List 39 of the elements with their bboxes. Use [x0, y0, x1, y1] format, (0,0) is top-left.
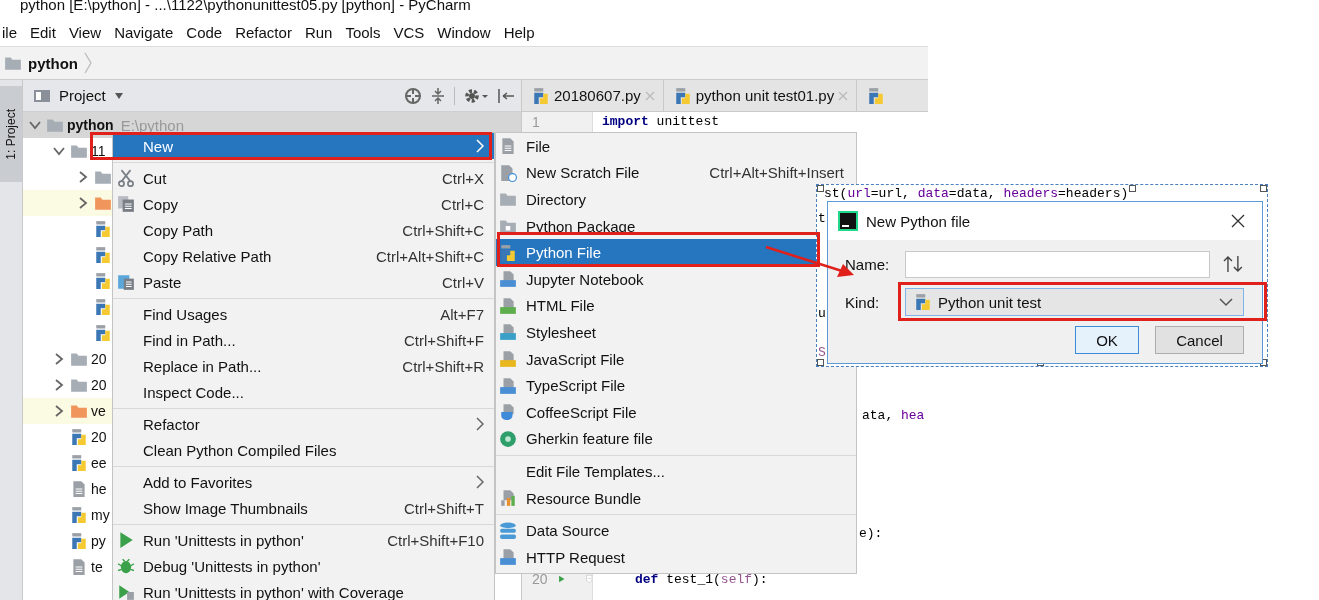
- shortcut-text: Ctrl+X: [441, 169, 484, 187]
- tree-item-label: te: [91, 559, 103, 575]
- tree-item-label: ee: [91, 455, 107, 471]
- shortcut-text: Ctrl+Shift+F10: [387, 531, 484, 549]
- window-title: python [E:\python] - ...\1122\pythonunittest05.py [python] - PyCharm: [20, 0, 471, 14]
- code-line: t: [818, 211, 826, 226]
- tree-item-label: 20: [91, 429, 107, 445]
- code-line: import unittest: [602, 114, 720, 129]
- tree-item-label: python: [67, 117, 114, 133]
- code-line: st(url=url, data=data, headers=headers): [824, 186, 1129, 201]
- code-line: S: [818, 345, 826, 360]
- tree-item-label: py: [91, 533, 106, 549]
- shortcut-text: Ctrl+Shift+R: [402, 357, 484, 375]
- tree-item-label: 20: [91, 377, 107, 393]
- shortcut-text: Ctrl+Shift+F: [403, 331, 484, 349]
- shortcut-text: Ctrl+C: [441, 195, 484, 213]
- shortcut-text: Ctrl+Alt+Shift+C: [376, 247, 484, 265]
- shortcut-text: Ctrl+Shift+C: [402, 221, 484, 239]
- line-number: 1: [532, 113, 541, 130]
- line-number: 20: [532, 571, 549, 587]
- tree-item-label: 20: [91, 351, 107, 367]
- code-line: u: [818, 306, 826, 321]
- dialog-title: New Python file: [866, 212, 971, 230]
- code-line: def test_1(self):: [635, 571, 768, 587]
- shortcut-text: Ctrl+Shift+T: [403, 499, 484, 517]
- tree-item-label: he: [91, 481, 107, 497]
- code-line: e):: [859, 525, 883, 541]
- tab-label: python unit test01.py: [695, 87, 835, 104]
- shortcut-text: Alt+F7: [440, 305, 484, 323]
- tree-item-label: my: [91, 507, 110, 523]
- tree-item-label: 11: [91, 143, 106, 159]
- code-line: ata, hea: [862, 407, 925, 423]
- shortcut-text: Ctrl+Alt+Shift+Insert: [709, 164, 844, 182]
- shortcut-text: Ctrl+V: [441, 273, 484, 291]
- tab-label: 20180607.py: [554, 87, 641, 104]
- field-label: Name:: [845, 255, 891, 273]
- tree-item-label: ve: [91, 403, 106, 419]
- field-label: Kind:: [845, 293, 881, 311]
- tree-item-path: E:\python: [120, 116, 185, 134]
